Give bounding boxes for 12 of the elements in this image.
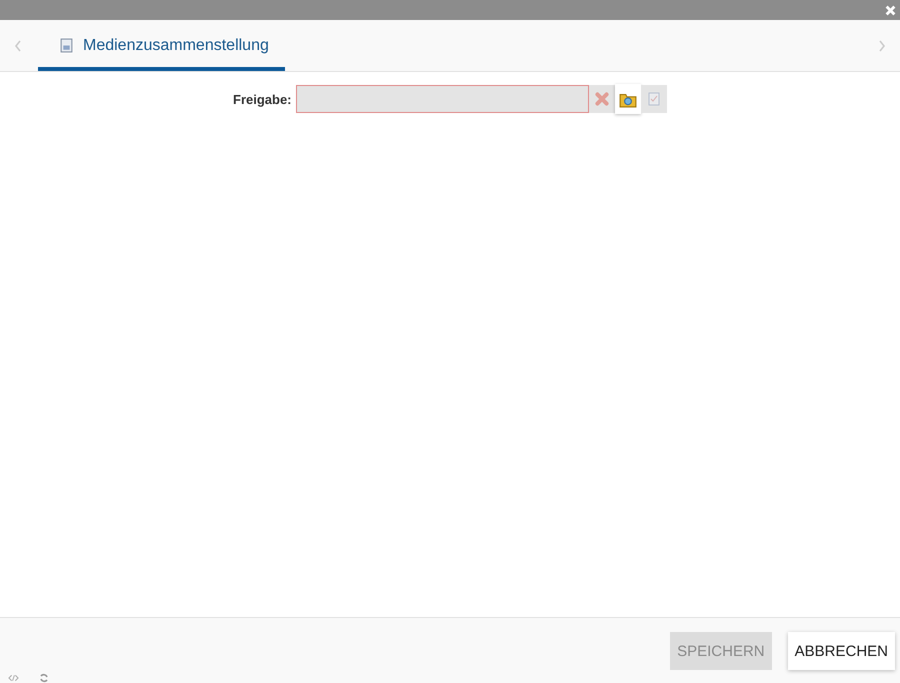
dialog-button[interactable]: ABBRECHEN <box>788 632 895 670</box>
close-icon <box>594 91 610 107</box>
field-label: Freigabe: <box>233 92 292 106</box>
close-icon[interactable] <box>885 4 896 16</box>
code-icon[interactable] <box>8 674 19 682</box>
checklist-icon <box>646 92 661 106</box>
browse-button[interactable] <box>614 84 641 114</box>
input-field[interactable] <box>296 85 589 113</box>
chevron-right-icon[interactable] <box>878 40 886 52</box>
document-icon <box>60 38 73 53</box>
refresh-icon[interactable] <box>39 673 49 683</box>
chevron-left-icon[interactable] <box>14 40 22 52</box>
